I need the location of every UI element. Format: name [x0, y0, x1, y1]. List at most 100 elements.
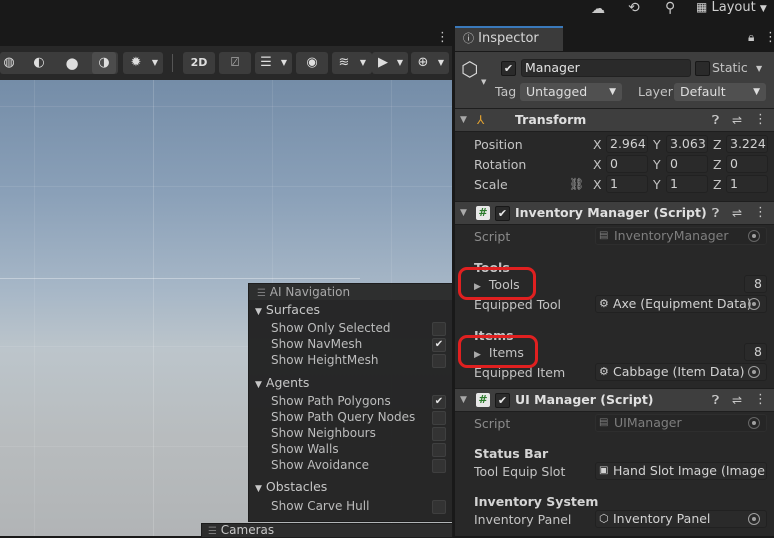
equipped-item-value: Cabbage (Item Data) — [613, 364, 745, 379]
constrain-proportions-icon[interactable]: ⛓︎ — [569, 177, 584, 191]
position-y-axis[interactable]: Y — [653, 137, 661, 152]
object-picker-icon[interactable] — [748, 513, 760, 525]
equipped-tool-field[interactable]: ⚙ Axe (Equipment Data) — [595, 295, 767, 313]
tag-dropdown[interactable]: Untagged ▼ — [520, 83, 622, 101]
layout-dropdown[interactable]: ▦ Layout ▼ — [696, 0, 767, 20]
script-field: ▤ InventoryManager — [595, 227, 767, 245]
agents-foldout[interactable]: ▼ Agents — [255, 375, 309, 390]
tag-value: Untagged — [526, 84, 588, 99]
script-label: Script — [474, 229, 511, 244]
scene-more-icon[interactable]: ⋮ — [436, 30, 449, 45]
drag-handle-icon[interactable]: ☰ — [208, 525, 217, 538]
help-icon[interactable]: ❓︎ — [712, 389, 719, 411]
agents-label: Agents — [265, 375, 310, 390]
unlit-icon[interactable]: ◑ — [92, 52, 116, 74]
bug-icon[interactable]: ✹ — [125, 52, 147, 74]
preset-icon[interactable]: ⇌ — [732, 202, 742, 224]
ui-manager-header[interactable]: ▼ # ✔ UI Manager (Script) ❓︎ ⇌ ⋮ — [455, 388, 774, 412]
ui-manager-enabled-checkbox[interactable]: ✔ — [495, 393, 510, 408]
inventory-manager-enabled-checkbox[interactable]: ✔ — [495, 206, 510, 221]
chevron-down-icon: ▼ — [753, 87, 760, 97]
layers-icon: ≋ — [338, 55, 350, 70]
shaded-icon[interactable]: ● — [61, 52, 83, 74]
mode-2d-button[interactable]: 2D — [183, 52, 215, 74]
search-icon[interactable]: ⚲ — [665, 0, 675, 16]
rotation-x-field[interactable]: 0 — [606, 155, 648, 173]
equipped-item-field[interactable]: ⚙ Cabbage (Item Data) — [595, 363, 767, 381]
scale-x-field[interactable]: 1 — [606, 175, 648, 193]
static-label: Static — [712, 60, 748, 75]
component-more-icon[interactable]: ⋮ — [754, 109, 767, 131]
lock-icon[interactable]: 🔒︎ — [748, 30, 754, 45]
gameobject-name-field[interactable]: Manager — [521, 59, 691, 77]
show-carve-hull-checkbox[interactable] — [432, 500, 446, 514]
show-path-query-nodes-checkbox[interactable] — [432, 411, 446, 425]
overlay-title: AI Navigation — [269, 285, 351, 299]
show-path-polygons-checkbox[interactable]: ✔ — [432, 395, 446, 409]
scale-z-axis[interactable]: Z — [713, 177, 722, 192]
rotation-x-axis[interactable]: X — [593, 157, 602, 172]
show-only-selected-checkbox[interactable] — [432, 322, 446, 336]
scale-y-axis[interactable]: Y — [653, 177, 661, 192]
static-checkbox[interactable] — [695, 61, 710, 76]
position-x-axis[interactable]: X — [593, 137, 602, 152]
scale-x-axis[interactable]: X — [593, 177, 602, 192]
position-x-field[interactable]: 2.964 — [606, 135, 648, 153]
chevron-down-icon[interactable]: ▼ — [148, 52, 162, 74]
rotation-z-field[interactable]: 0 — [726, 155, 768, 173]
preset-icon[interactable]: ⇌ — [732, 109, 742, 131]
inventory-panel-field[interactable]: ⬡ Inventory Panel — [595, 510, 767, 528]
items-count-field[interactable]: 8 — [744, 343, 767, 361]
show-navmesh-checkbox[interactable]: ✔ — [432, 338, 446, 352]
chevron-down-icon[interactable]: ▼ — [481, 78, 486, 86]
wireframe-icon[interactable]: ◍ — [0, 52, 18, 74]
items-highlight — [458, 335, 538, 368]
rotation-y-field[interactable]: 0 — [666, 155, 708, 173]
scale-y-field[interactable]: 1 — [666, 175, 708, 193]
inspector-more-icon[interactable]: ⋮ — [764, 30, 774, 45]
transform-header[interactable]: ▼ ⅄ Transform ❓︎ ⇌ ⋮ — [455, 108, 774, 132]
rotation-z-axis[interactable]: Z — [713, 157, 722, 172]
history-icon[interactable]: ⟲ — [628, 0, 640, 16]
active-checkbox[interactable]: ✔ — [501, 61, 516, 76]
object-picker-icon[interactable] — [748, 366, 760, 378]
preset-icon[interactable]: ⇌ — [732, 389, 742, 411]
info-icon: ⓘ — [463, 32, 474, 45]
layout-label: Layout — [711, 0, 756, 15]
gizmos-icon: ⊕ — [417, 55, 429, 70]
help-icon[interactable]: ❓︎ — [712, 109, 719, 131]
surfaces-foldout[interactable]: ▼ Surfaces — [255, 302, 320, 317]
static-dropdown-arrow-icon[interactable]: ▼ — [756, 64, 762, 73]
tab-inspector[interactable]: ⓘ Inspector — [455, 26, 563, 51]
ai-navigation-overlay: ☰ AI Navigation ▼ Surfaces Show Only Sel… — [248, 283, 453, 522]
layout-icon: ▦ — [696, 0, 708, 14]
help-icon[interactable]: ❓︎ — [712, 202, 719, 224]
layer-dropdown[interactable]: Default ▼ — [674, 83, 766, 101]
obstacles-foldout[interactable]: ▼ Obstacles — [255, 479, 327, 494]
shaded-wireframe-icon[interactable]: ◐ — [28, 52, 50, 74]
component-more-icon[interactable]: ⋮ — [754, 202, 767, 224]
inventory-manager-header[interactable]: ▼ # ✔ Inventory Manager (Script) ❓︎ ⇌ ⋮ — [455, 201, 774, 225]
tool-equip-slot-field[interactable]: ▣ Hand Slot Image (Image — [595, 462, 767, 480]
scale-z-field[interactable]: 1 — [726, 175, 768, 193]
show-walls-checkbox[interactable] — [432, 443, 446, 457]
show-neighbours-label: Show Neighbours — [271, 426, 376, 440]
rotation-y-axis[interactable]: Y — [653, 157, 661, 172]
overlay-header[interactable]: ☰ AI Navigation — [249, 284, 452, 300]
transform-icon: ⅄ — [477, 113, 485, 127]
ui-script-label: Script — [474, 416, 511, 431]
show-heightmesh-checkbox[interactable] — [432, 354, 446, 368]
cloud-icon[interactable]: ☁ — [591, 1, 605, 17]
show-neighbours-checkbox[interactable] — [432, 427, 446, 441]
component-more-icon[interactable]: ⋮ — [754, 389, 767, 411]
tools-count-field[interactable]: 8 — [744, 275, 767, 293]
object-picker-icon[interactable] — [748, 298, 760, 310]
show-avoidance-checkbox[interactable] — [432, 459, 446, 473]
tab-inspector-label: Inspector — [478, 31, 539, 46]
layer-value: Default — [680, 84, 726, 99]
position-y-field[interactable]: 3.063 — [666, 135, 708, 153]
position-z-axis[interactable]: Z — [713, 137, 722, 152]
chevron-down-icon: ▼ — [609, 87, 616, 97]
position-z-field[interactable]: 3.224 — [726, 135, 768, 153]
drag-handle-icon[interactable]: ☰ — [257, 286, 266, 302]
